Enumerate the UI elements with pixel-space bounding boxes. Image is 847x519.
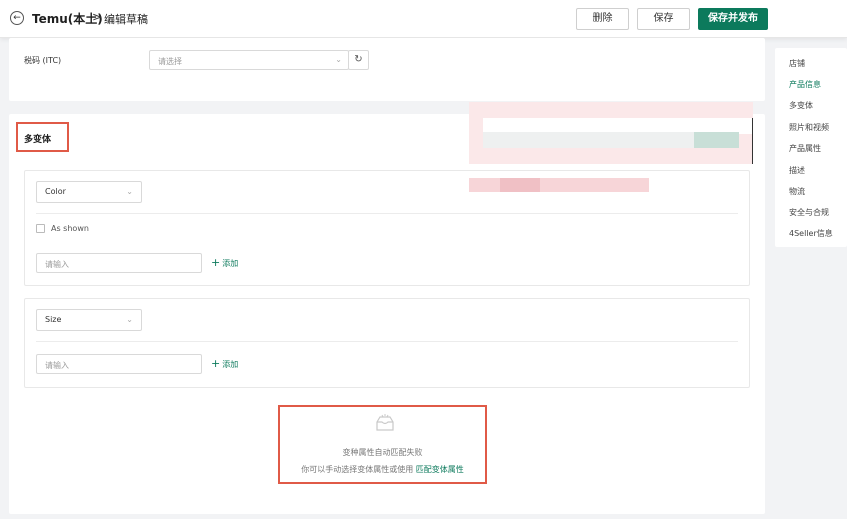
- size-input-placeholder: 请输入: [45, 361, 69, 370]
- empty-state-text: 你可以手动选择变体属性或使用: [301, 465, 414, 474]
- side-nav-item-photos-videos[interactable]: 照片和视频: [789, 122, 829, 133]
- section-side-nav: 店铺 产品信息 多变体 照片和视频 产品属性 描述 物流 安全与合规 4Sell…: [775, 48, 847, 247]
- redacted-area: [500, 178, 540, 192]
- plus-icon: +: [211, 256, 221, 269]
- chevron-down-icon: ⌄: [335, 55, 342, 64]
- redacted-area: [469, 178, 649, 192]
- color-attribute-value: Color: [45, 187, 66, 196]
- delete-button[interactable]: 删除: [576, 8, 629, 30]
- as-shown-checkbox[interactable]: [36, 224, 45, 233]
- refresh-icon[interactable]: ↻: [348, 50, 369, 70]
- tax-code-label: 税码 (ITC): [24, 56, 62, 65]
- plus-icon: +: [211, 357, 221, 370]
- save-and-publish-button[interactable]: 保存并发布: [698, 8, 768, 30]
- side-nav-item-4seller-info[interactable]: 4Seller信息: [789, 228, 833, 239]
- redacted-area: [694, 132, 739, 148]
- match-variant-attributes-link[interactable]: 匹配变体属性: [416, 465, 464, 474]
- color-attribute-select[interactable]: Color ⌄: [36, 181, 142, 203]
- tax-code-select[interactable]: 请选择 ⌄: [149, 50, 349, 70]
- variant-section-title: 多变体: [24, 135, 52, 145]
- side-nav-item-variants[interactable]: 多变体: [789, 100, 813, 111]
- side-nav-item-logistics[interactable]: 物流: [789, 186, 805, 197]
- color-input-placeholder: 请输入: [45, 260, 69, 269]
- side-nav-item-description[interactable]: 描述: [789, 165, 805, 176]
- chevron-down-icon: ⌄: [126, 187, 133, 196]
- save-button[interactable]: 保存: [637, 8, 690, 30]
- empty-state-description: 你可以手动选择变体属性或使用 匹配变体属性: [280, 464, 485, 475]
- size-attribute-panel: Size ⌄ 请输入 + 添加: [24, 298, 750, 388]
- side-nav-item-store[interactable]: 店铺: [789, 58, 805, 69]
- color-value-input[interactable]: 请输入: [36, 253, 202, 273]
- tax-code-placeholder: 请选择: [158, 57, 182, 66]
- empty-inbox-icon: [376, 414, 394, 431]
- add-size-button[interactable]: + 添加: [211, 357, 238, 370]
- top-header: ← Temu(本土) > 编辑草稿 删除 保存 保存并发布: [0, 0, 847, 38]
- size-attribute-value: Size: [45, 315, 62, 324]
- arrow-left-icon[interactable]: ←: [10, 11, 24, 25]
- size-attribute-select[interactable]: Size ⌄: [36, 309, 142, 331]
- tax-code-card: 税码 (ITC) 请选择 ⌄ ↻: [9, 38, 765, 101]
- add-size-label: 添加: [222, 360, 239, 369]
- divider: [36, 341, 738, 342]
- side-nav-item-safety-compliance[interactable]: 安全与合规: [789, 207, 829, 218]
- add-color-button[interactable]: + 添加: [211, 256, 238, 269]
- breadcrumb-separator: >: [92, 10, 103, 24]
- page-title: 编辑草稿: [104, 13, 148, 26]
- side-nav-item-product-attributes[interactable]: 产品属性: [789, 143, 821, 154]
- chevron-down-icon: ⌄: [126, 315, 133, 324]
- auto-match-empty-state: 变种属性自动匹配失败 你可以手动选择变体属性或使用 匹配变体属性: [278, 405, 487, 484]
- add-color-label: 添加: [222, 259, 239, 268]
- size-value-input[interactable]: 请输入: [36, 354, 202, 374]
- divider: [36, 213, 738, 214]
- as-shown-label: As shown: [51, 224, 89, 233]
- side-nav-item-product-info[interactable]: 产品信息: [789, 79, 821, 90]
- redacted-area: [752, 118, 753, 164]
- empty-state-title: 变种属性自动匹配失败: [342, 448, 423, 457]
